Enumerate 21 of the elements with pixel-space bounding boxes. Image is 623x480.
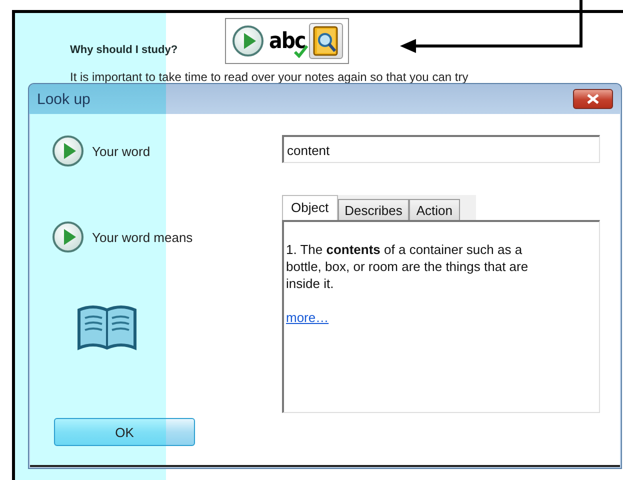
toolbar-button[interactable]: [309, 23, 344, 59]
toolbar-button[interactable]: abc: [268, 23, 306, 59]
play-icon: [52, 221, 84, 253]
close-icon: [587, 94, 599, 104]
word-field[interactable]: content: [282, 135, 600, 163]
tab[interactable]: Describes: [338, 199, 410, 220]
dialog-title: Look up: [37, 90, 90, 108]
paragraph: It is important to take time to read over your notes again so that you can try: [70, 70, 470, 84]
ok-button[interactable]: OK: [54, 418, 195, 446]
tab[interactable]: Action: [409, 199, 460, 220]
row-label: Your word: [92, 144, 150, 158]
row-label: Your word means: [92, 230, 193, 244]
toolbar-button[interactable]: [231, 23, 265, 59]
heading: Why should I study?: [70, 44, 179, 58]
more-link[interactable]: more…: [286, 309, 329, 326]
play-icon: [232, 25, 264, 57]
book-magnifier-icon: [312, 25, 340, 57]
tab[interactable]: Object: [282, 195, 338, 220]
play-icon: [52, 135, 84, 167]
close-button[interactable]: [573, 89, 613, 109]
definition-text: 1. The contents of a container such as a bottle, box, or room are the things that are inside it.: [286, 241, 530, 292]
